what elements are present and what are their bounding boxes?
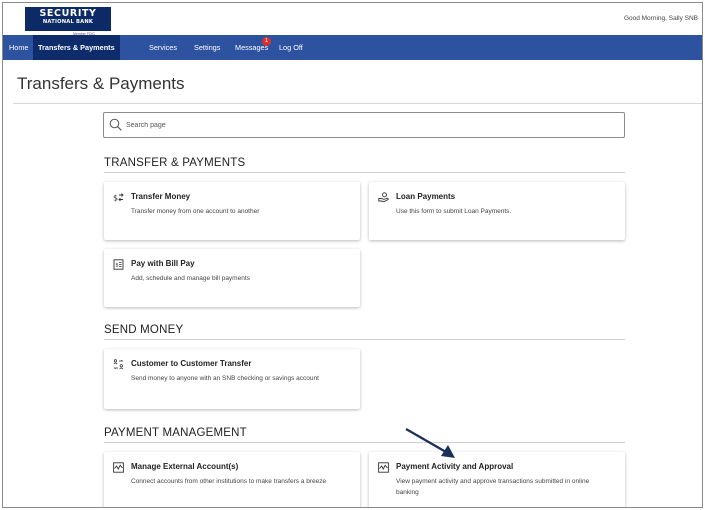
section-divider [104,339,625,340]
card-description: Add, schedule and manage bill payments [131,275,250,282]
activity-chart-icon [113,462,124,473]
nav-settings[interactable]: Settings [194,35,220,60]
svg-text:$: $ [113,194,118,203]
section-divider [104,172,625,173]
card-description: Send money to anyone with an SNB checkin… [131,375,319,382]
person-transfer-icon [113,359,124,370]
card-title: Transfer Money [131,192,191,201]
card-description: Connect accounts from other institutions… [131,478,327,485]
nav-log-off[interactable]: Log Off [279,35,303,60]
nav-home[interactable]: Home [9,35,28,60]
search-icon [109,118,122,131]
main-nav: Home Transfers & Payments Services Setti… [3,35,702,60]
card-pay-with-bill-pay[interactable]: $ Pay with Bill Pay Add, schedule and ma… [104,249,360,307]
card-payment-activity-and-approval[interactable]: Payment Activity and Approval View payme… [369,452,625,507]
title-divider [13,103,702,104]
dollar-exchange-icon: $ [113,193,124,203]
nav-services[interactable]: Services [149,35,177,60]
browser-frame: SECURITY NATIONAL BANK Member FDIC Good … [2,2,703,508]
card-customer-to-customer-transfer[interactable]: Customer to Customer Transfer Send money… [104,349,360,409]
logo-line-2: NATIONAL BANK [42,19,94,25]
loan-payment-icon [378,192,389,203]
card-description: Transfer money from one account to anoth… [131,208,260,215]
card-title: Manage External Account(s) [131,462,239,471]
card-transfer-money[interactable]: $ Transfer Money Transfer money from one… [104,182,360,240]
card-title: Payment Activity and Approval [396,462,514,471]
section-heading-send-money: SEND MONEY [104,324,184,336]
card-description: Use this form to submit Loan Payments. [396,208,512,215]
card-title: Loan Payments [396,192,456,201]
search-input[interactable] [126,117,606,133]
section-divider [104,442,625,443]
card-loan-payments[interactable]: Loan Payments Use this form to submit Lo… [369,182,625,240]
section-heading-payment-management: PAYMENT MANAGEMENT [104,427,247,439]
page-title: Transfers & Payments [17,74,185,93]
top-header: SECURITY NATIONAL BANK Member FDIC Good … [3,3,702,36]
greeting-text: Good Morning, Sally SNB [623,15,698,22]
card-description: View payment activity and approve transa… [396,478,590,496]
card-title: Pay with Bill Pay [131,259,195,268]
messages-badge: 1 [262,37,271,46]
bank-logo[interactable]: SECURITY NATIONAL BANK Member FDIC [25,7,111,36]
card-title: Customer to Customer Transfer [131,359,252,368]
bill-icon: $ [113,259,124,270]
card-manage-external-accounts[interactable]: Manage External Account(s) Connect accou… [104,452,360,507]
logo-line-1: SECURITY [39,8,97,19]
section-heading-transfer-payments: TRANSFER & PAYMENTS [104,157,246,169]
search-box[interactable] [103,112,625,138]
nav-transfers-payments[interactable]: Transfers & Payments [33,35,120,60]
activity-chart-icon [378,462,389,473]
svg-text:$: $ [115,263,119,269]
